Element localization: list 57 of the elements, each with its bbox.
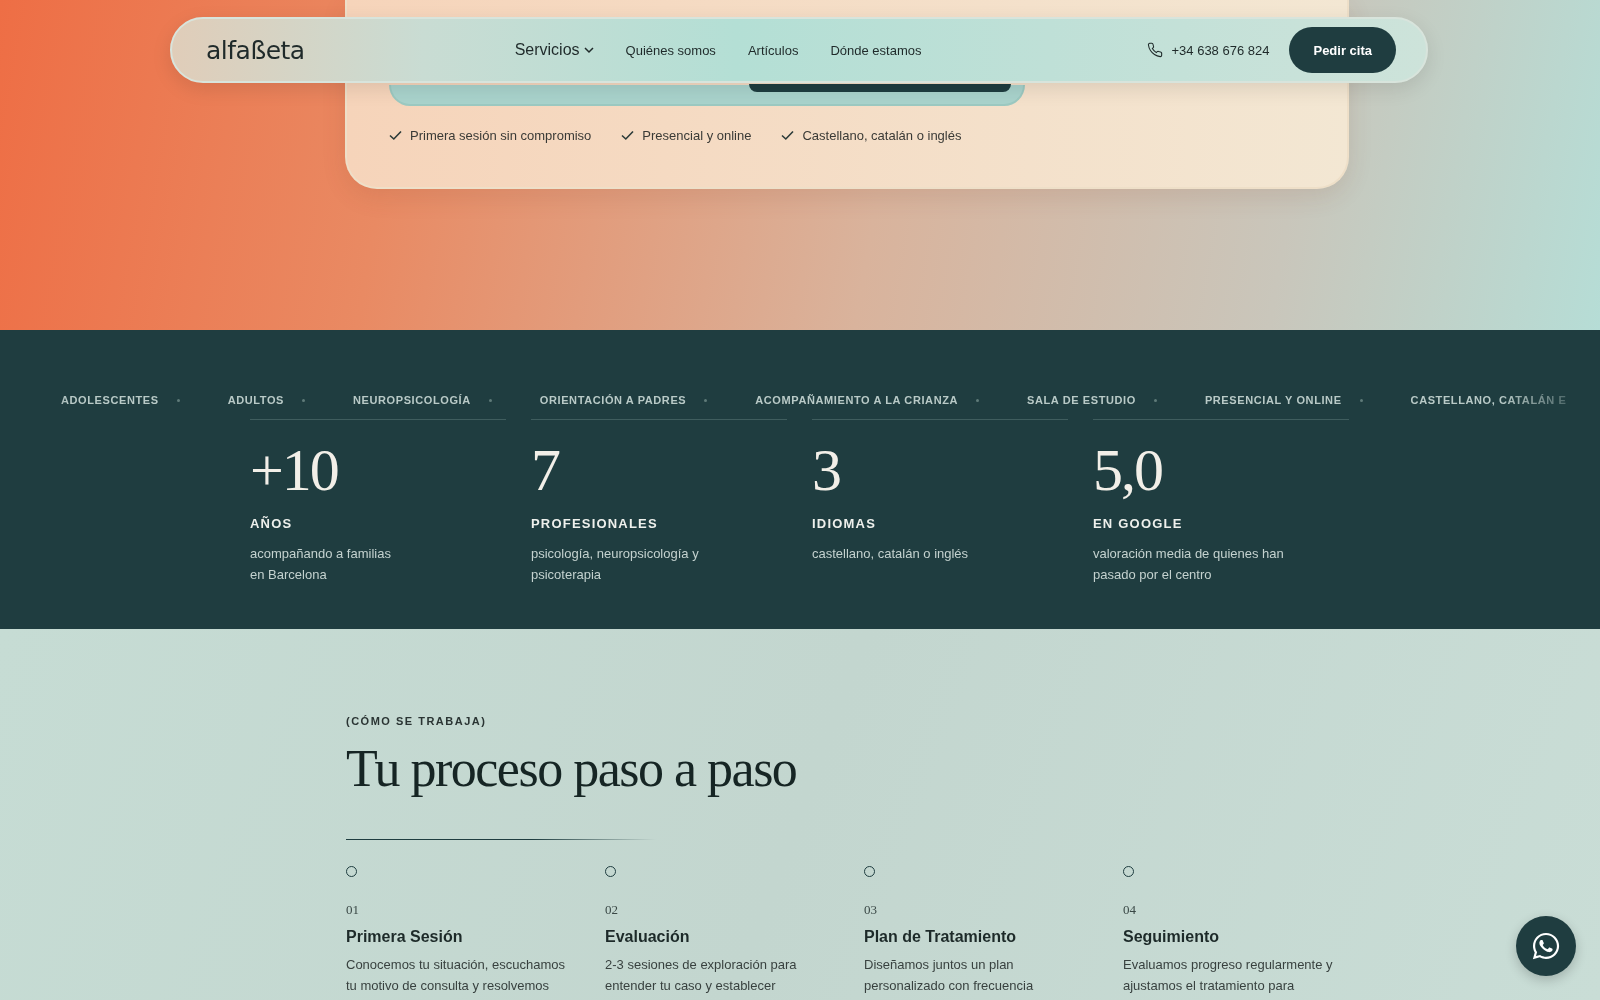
step-title: Evaluación	[605, 928, 691, 946]
section-eyebrow: (CÓMO SE TRABAJA)	[346, 715, 488, 727]
nav-link[interactable]: Servicios	[514, 41, 594, 59]
marquee-item: SALA DE ESTUDIO	[1027, 394, 1136, 406]
marquee-item: ACOMPAÑAMIENTO A LA CRIANZA	[755, 394, 959, 406]
step-description: Evaluamos progreso regularmente y ajustamos el tratamiento para	[1123, 956, 1334, 995]
stat-label: IDIOMAS	[812, 516, 877, 531]
stat-label: EN GOOGLE	[1093, 516, 1184, 531]
phone-icon	[1146, 42, 1163, 58]
stat-description: psicología, neuropsicología y psicoterapia	[531, 545, 700, 584]
step-description: 2-3 sesiones de exploración para entender tu caso y establecer	[605, 956, 798, 995]
marquee-item: ORIENTACIÓN A PADRES	[539, 394, 687, 406]
stat-description: acompañando a familias en Barcelona	[250, 545, 392, 584]
stat-description: castellano, catalán o inglés	[812, 545, 970, 563]
step-title: Seguimiento	[1123, 928, 1220, 946]
check-icon	[621, 130, 635, 141]
phone-number[interactable]: +34 638 676 824	[1171, 42, 1270, 58]
step-description: Diseñamos juntos un plan personalizado con frecuencia	[864, 956, 1035, 995]
marquee-item: PRESENCIAL Y ONLINE	[1204, 394, 1342, 406]
step-number: 01	[346, 902, 360, 918]
separator-dot	[976, 398, 980, 402]
separator-dot	[488, 398, 492, 402]
separator-dot	[704, 398, 708, 402]
step-description: Conocemos tu situación, escuchamos tu motivo de consulta y resolvemos	[346, 956, 566, 995]
stat-value: 5,0	[1093, 442, 1163, 498]
stat-value: +10	[250, 442, 339, 498]
section-title: Tu proceso paso a paso	[346, 741, 798, 797]
step-number: 02	[605, 902, 619, 918]
nav-link[interactable]: Quiénes somos	[625, 42, 716, 58]
stat-value: 7	[531, 442, 561, 498]
separator-dot	[176, 398, 180, 402]
marquee-item: CASTELLANO, CATALÁN E	[1410, 394, 1567, 406]
stat-description: valoración media de quienes han pasado por el centro	[1093, 545, 1285, 584]
feature-text: Primera sesión sin compromiso	[410, 128, 592, 143]
check-icon	[389, 130, 402, 141]
marquee-item: ADOLESCENTES	[61, 394, 159, 406]
marquee-item: NEUROPSICOLOGÍA	[353, 394, 471, 406]
separator-dot	[1153, 398, 1157, 402]
stat-value: 3	[812, 442, 841, 498]
step-title: Primera Sesión	[346, 928, 464, 946]
separator-dot	[1359, 398, 1363, 402]
chevron-down-icon	[583, 46, 594, 54]
separator-dot	[302, 398, 305, 402]
nav-link[interactable]: Artículos	[747, 42, 799, 58]
step-number: 03	[864, 902, 878, 918]
step-number: 04	[1123, 902, 1137, 918]
stat-label: PROFESIONALES	[531, 516, 659, 531]
nav-link[interactable]: Dónde estamos	[830, 42, 922, 58]
logo[interactable]: alfaßeta	[206, 35, 305, 65]
marquee-item: ADULTOS	[227, 394, 284, 406]
chat-icon	[1531, 931, 1561, 961]
stat-label: AÑOS	[250, 516, 294, 531]
appointment-button[interactable]: Pedir cita	[1289, 27, 1396, 73]
check-icon	[781, 130, 795, 141]
feature-text: Castellano, catalán o inglés	[802, 128, 962, 143]
feature-text: Presencial y online	[642, 128, 752, 143]
step-title: Plan de Tratamiento	[864, 928, 1018, 946]
